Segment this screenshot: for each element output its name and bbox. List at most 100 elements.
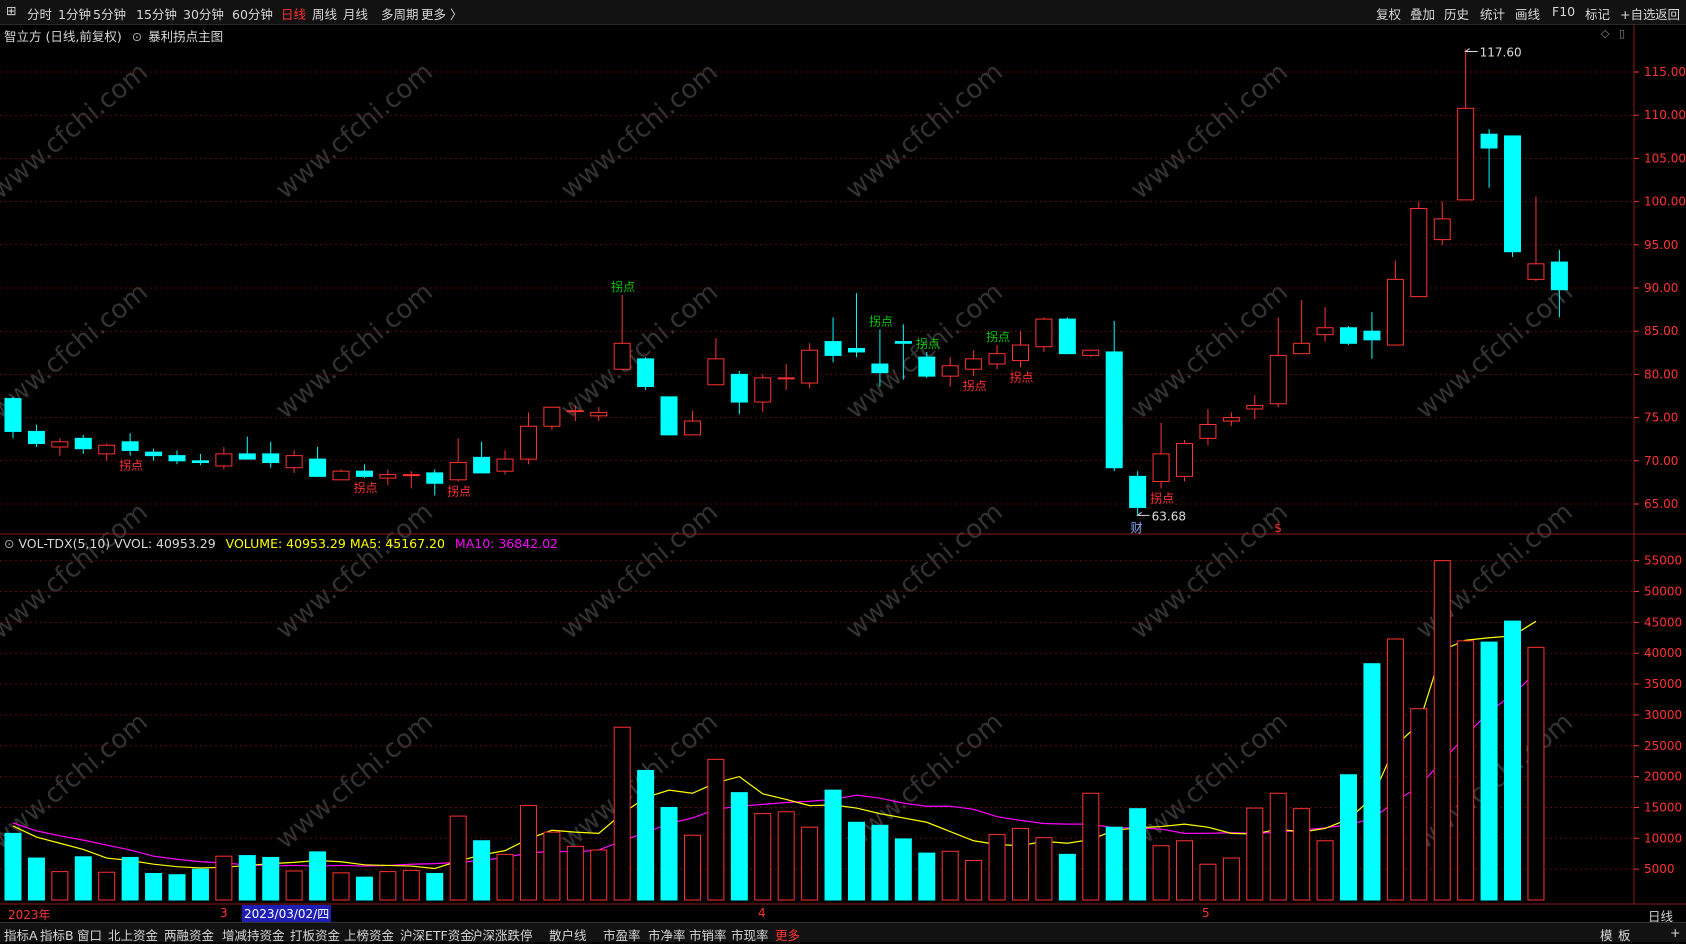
volume-bar [637, 769, 655, 901]
timeline-month-3: 3 [220, 906, 228, 920]
watermark-text: www.cfchi.com [0, 497, 154, 645]
volume-bar [1058, 853, 1076, 901]
toolbar-right-5[interactable]: F10 [1552, 4, 1575, 19]
watermark-text: www.cfchi.com [840, 707, 1009, 855]
watermark-text: www.cfchi.com [555, 57, 724, 205]
turning-point-label: 拐点 [1150, 490, 1174, 505]
watermark-text: www.cfchi.com [840, 57, 1009, 205]
volume-bar [730, 792, 748, 901]
bottom-tab-2[interactable]: 窗口 [77, 925, 102, 944]
candle-body [1316, 327, 1334, 336]
turning-point-label: 拐点 [119, 458, 143, 473]
chart-canvas[interactable]: www.cfchi.com www.cfchi.com www.cfchi.com w… [0, 0, 1686, 941]
bottom-tab-7[interactable]: 上榜资金 [344, 925, 394, 944]
candle-body [1410, 208, 1428, 298]
toolbar-right-0[interactable]: 复权 [1376, 4, 1401, 23]
bottom-tab-10[interactable]: 散户线 [549, 925, 587, 944]
candle-body [660, 396, 678, 436]
ma5-value: MA5: 45167.20 [349, 536, 445, 551]
candle-body [707, 358, 725, 386]
volume-bar [332, 872, 350, 901]
candle-body [777, 377, 795, 380]
period-7[interactable]: 周线 [312, 4, 337, 23]
bottom-tab-12[interactable]: 市净率 [648, 925, 686, 944]
toolbar-right-3[interactable]: 统计 [1480, 4, 1505, 23]
diamond-icon[interactable]: ◇ [1601, 27, 1609, 40]
period-6[interactable]: 日线 [281, 4, 306, 23]
layout-grid-icon[interactable]: ⊞ [6, 3, 16, 18]
toolbar-right-8[interactable]: 返回 [1655, 4, 1680, 23]
volume-bar [51, 871, 69, 901]
vol-indicator-name[interactable]: VOL-TDX(5,10) [18, 536, 110, 551]
period-0[interactable]: 分时 [27, 4, 52, 23]
candle-body [1035, 318, 1053, 348]
bottom-tab-6[interactable]: 打板资金 [290, 925, 340, 944]
watermark-text: www.cfchi.com [840, 497, 1009, 645]
bottom-right-0[interactable]: 模 [1600, 925, 1613, 944]
volume-bar [1410, 708, 1428, 901]
period-toolbar: 分时 1分钟 5分钟 15分钟 30分钟 60分钟 日线 周线 月线 多周期 更多 〉 ⊞ 复权 叠加 历史… [0, 0, 1686, 25]
volume-bar [1340, 774, 1358, 901]
watermark-layer: www.cfchi.com www.cfchi.com www.cfchi.com w… [0, 57, 1579, 855]
price-tick-label: 90.00 [1644, 281, 1678, 295]
volume-tick-label: 55000 [1644, 554, 1682, 568]
bottom-tab-9[interactable]: 沪深涨跌停 [470, 925, 533, 944]
period-4[interactable]: 30分钟 [183, 4, 224, 23]
bottom-right-2[interactable]: + [1670, 925, 1680, 940]
period-1[interactable]: 1分钟 [58, 4, 91, 23]
watermark-text: www.cfchi.com [555, 497, 724, 645]
panel-toggle-icon[interactable]: ▯ [1619, 27, 1625, 40]
volume-bars [4, 560, 1545, 901]
watermark-text: www.cfchi.com [270, 277, 439, 425]
toolbar-right-4[interactable]: 画线 [1515, 4, 1540, 23]
volume-tick-label: 50000 [1644, 585, 1682, 599]
bottom-tab-13[interactable]: 市销率 [689, 925, 727, 944]
volume-bar [519, 805, 537, 901]
volume-bar [801, 826, 819, 901]
candle-body [355, 470, 373, 477]
candle-body [613, 342, 631, 370]
volume-bar [660, 806, 678, 901]
candle-body [426, 472, 444, 484]
bottom-right-1[interactable]: 板 [1618, 925, 1631, 944]
main-chart-title: 智立方 (日线,前复权) ⊙ 暴利拐点主图 [4, 26, 223, 45]
period-5[interactable]: 60分钟 [232, 4, 273, 23]
indicator-toggle-icon[interactable]: ⊙ [132, 29, 142, 44]
bottom-tab-14[interactable]: 市现率 [731, 925, 769, 944]
toolbar-right-2[interactable]: 历史 [1444, 4, 1469, 23]
period-8[interactable]: 月线 [343, 4, 368, 23]
bottom-tab-15[interactable]: 更多 [775, 925, 800, 944]
toolbar-right-6[interactable]: 标记 [1585, 4, 1610, 23]
bottom-tab-4[interactable]: 两融资金 [164, 925, 214, 944]
period-3[interactable]: 15分钟 [136, 4, 177, 23]
candle-body [1340, 327, 1358, 344]
volume-bar [613, 726, 631, 901]
candle-body [894, 341, 912, 344]
candle-body [730, 373, 748, 403]
low-price-marker [1136, 512, 1150, 516]
candle-body [332, 470, 350, 481]
price-tick-label: 65.00 [1644, 497, 1678, 511]
candle-body [941, 365, 959, 377]
bottom-tab-0[interactable]: 指标A [4, 925, 38, 944]
bottom-tab-11[interactable]: 市盈率 [603, 925, 641, 944]
bottom-tab-8[interactable]: 沪深ETF资金 [400, 925, 473, 944]
volume-tick-label: 25000 [1644, 739, 1682, 753]
indicator-toggle-icon[interactable]: ⊙ [4, 536, 14, 551]
watermark-text: www.cfchi.com [1125, 497, 1294, 645]
bottom-tab-1[interactable]: 指标B [40, 925, 74, 944]
watermark-text: www.cfchi.com [270, 497, 439, 645]
candle-body [824, 341, 842, 356]
main-indicator-name[interactable]: 暴利拐点主图 [148, 29, 223, 44]
period-9[interactable]: 多周期 [381, 4, 419, 23]
bottom-tab-3[interactable]: 北上资金 [108, 925, 158, 944]
timeline-year: 2023年 [8, 908, 51, 922]
period-2[interactable]: 5分钟 [93, 4, 126, 23]
period-10[interactable]: 更多 〉 [421, 4, 462, 23]
ma10-value: MA10: 36842.02 [454, 536, 558, 551]
candle-body [637, 358, 655, 387]
price-tick-label: 70.00 [1644, 454, 1678, 468]
toolbar-right-1[interactable]: 叠加 [1410, 4, 1435, 23]
bottom-tab-5[interactable]: 增减持资金 [222, 925, 285, 944]
toolbar-right-7[interactable]: +自选 [1620, 4, 1655, 23]
